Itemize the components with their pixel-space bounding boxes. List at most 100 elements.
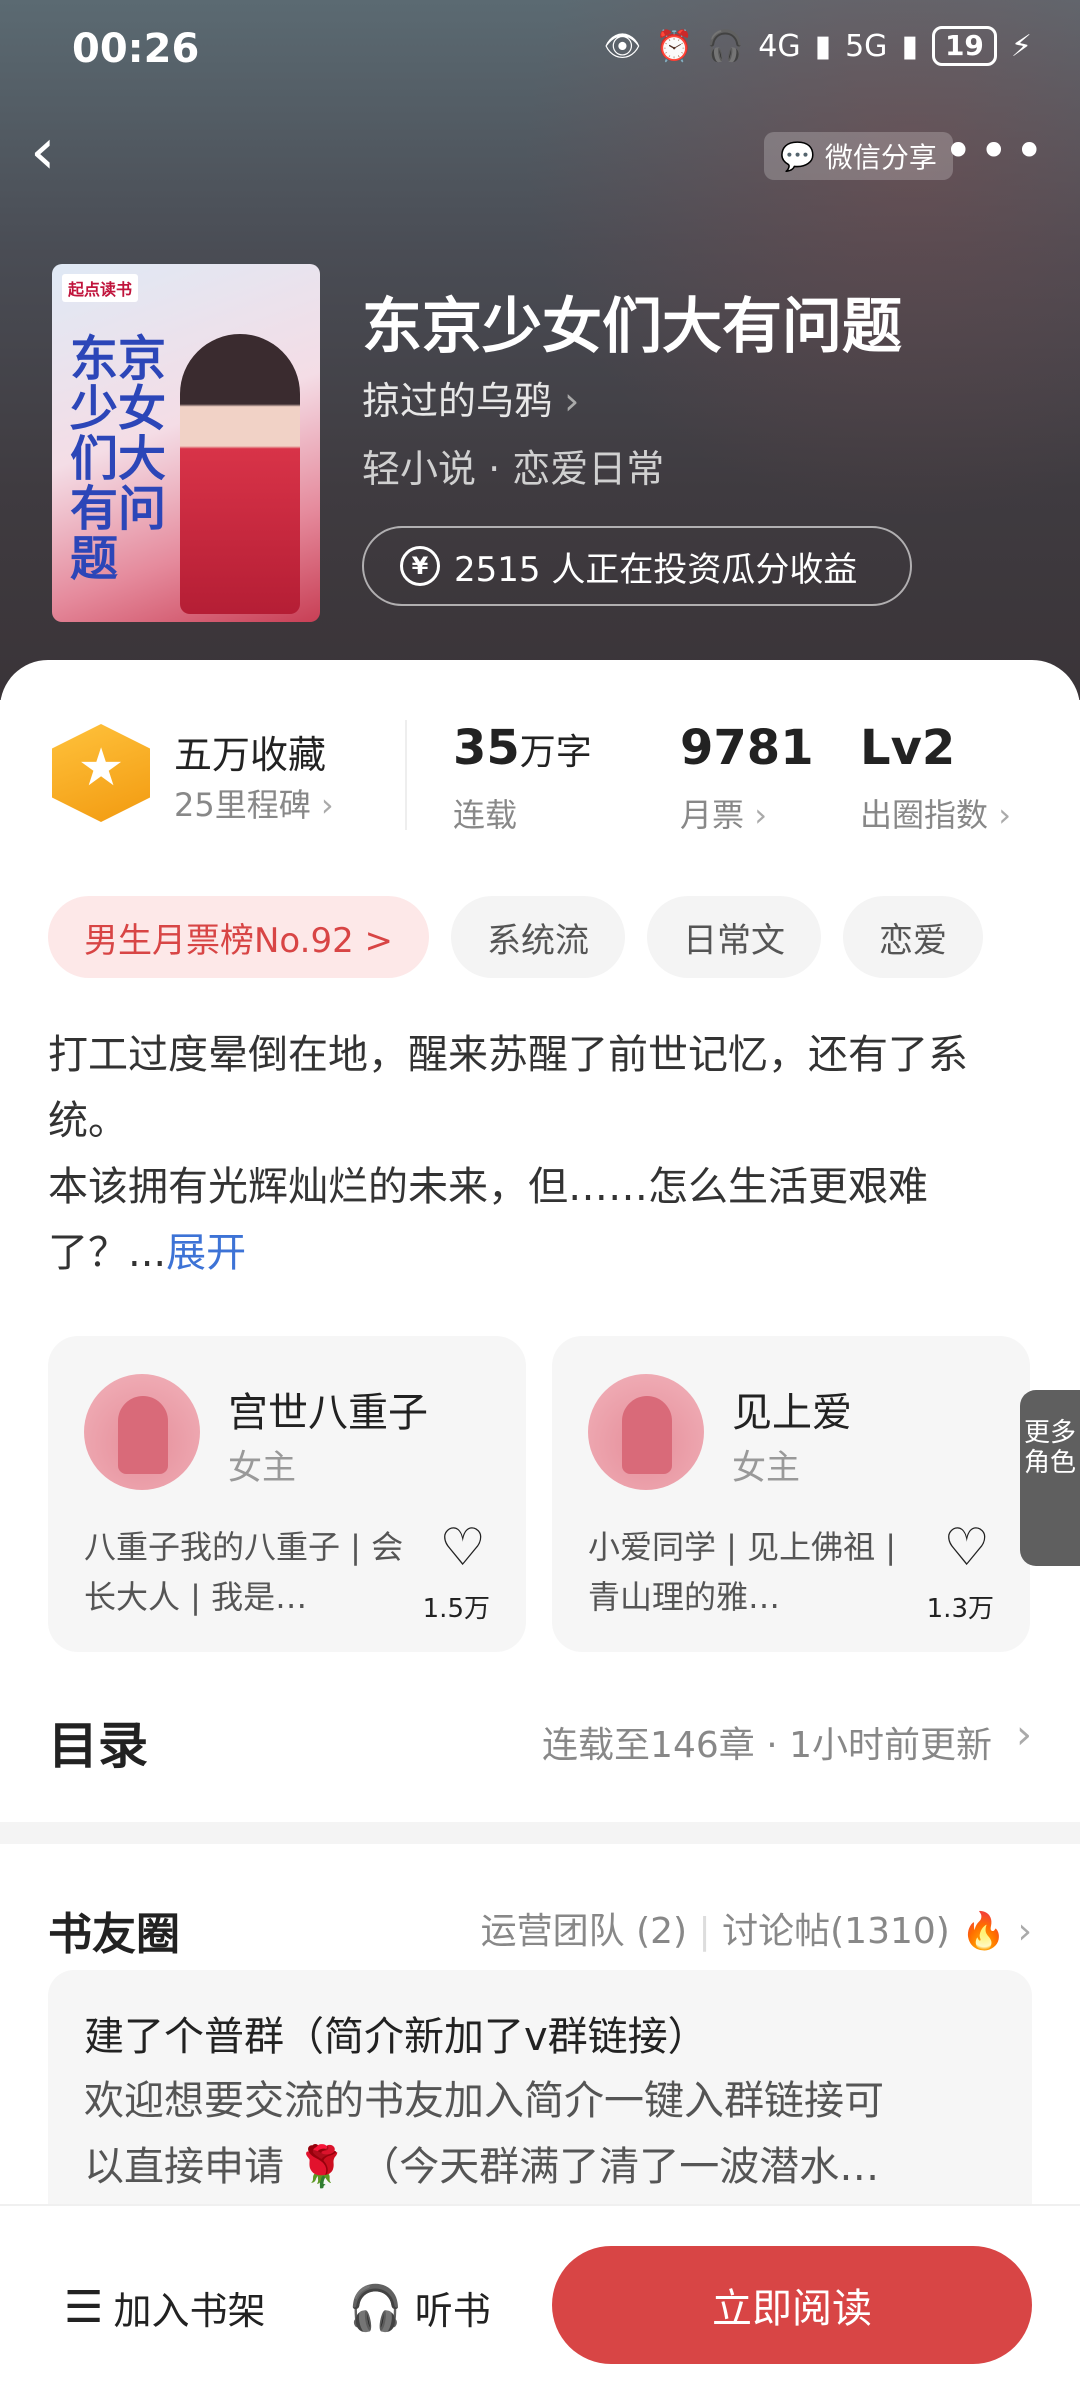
book-circle-header[interactable]: 书友圈 运营团队 (2) | 讨论帖(1310) 🔥 › [48,1898,1032,1960]
book-title: 东京少女们大有问题 [362,292,902,362]
character-card[interactable]: 宫世八重子 女主 八重子我的八重子 | 会长大人 | 我是… ♡ 1.5万 [48,1336,526,1652]
chevron-right-icon: › [1016,1712,1032,1758]
back-button[interactable]: ‹ [30,120,90,190]
toc-title: 目录 [48,1717,148,1775]
tag-item[interactable]: 恋爱 [843,896,984,978]
pinned-post[interactable]: 建了个普群（简介新加了v群链接） 欢迎想要交流的书友加入简介一键入群链接可 以直… [48,1970,1032,2230]
top-nav: ‹ 💬 微信分享 ••• [0,120,1080,190]
more-button[interactable]: ••• [944,124,1050,178]
share-label: 微信分享 [824,141,937,174]
character-card[interactable]: 见上爱 女主 小爱同学 | 见上佛祖 | 青山理的雅… ♡ 1.3万 [552,1336,1030,1652]
character-name: 见上爱 [732,1390,852,1436]
more-icon: ••• [943,122,1050,180]
author-link[interactable]: 掠过的乌鸦 › [362,370,579,425]
chevron-right-icon: › [754,796,767,834]
level-label: 出圈指数 [860,796,989,834]
favorites-count: 五万收藏 [174,733,327,777]
discussion-count[interactable]: 讨论帖(1310) [722,1911,950,1952]
book-circle-title: 书友圈 [48,1909,180,1960]
chevron-right-icon: › [1017,1911,1032,1952]
network-5g-icon: 5G [845,28,888,64]
chevron-right-icon: › [564,379,580,423]
eye-icon: 👁 [603,28,642,64]
character-role: 女主 [732,1448,800,1488]
clock: 00:26 [72,26,200,72]
battery-icon: 19 [931,26,997,66]
character-avatar [84,1374,200,1490]
signal-icon: ▮ [901,28,918,64]
invest-button[interactable]: ¥ 2515 人正在投资瓜分收益 [362,526,912,606]
divider [405,720,407,830]
post-body: 欢迎想要交流的书友加入简介一键入群链接可 以直接申请 🌹 （今天群满了清了一波潜… [84,2068,1004,2200]
serial-status: 连载 [453,796,518,834]
status-icons: 👁 ⏰ 🎧 4G ▮ 5G ▮ 19 ⚡ [603,26,1032,66]
listen-label: 听书 [414,2289,491,2333]
fire-icon: 🔥 [961,1911,1007,1952]
network-4g-icon: 4G [758,28,801,64]
wechat-share-button[interactable]: 💬 微信分享 [764,132,953,180]
headphones-icon: 🎧 [706,28,745,64]
add-to-shelf-button[interactable]: ☰ 加入书架 [64,2280,265,2335]
bookshelf-add-icon: ☰ [64,2282,104,2333]
monthly-votes-link[interactable]: 月票 › [680,790,767,836]
milestone-label: 25里程碑 [174,786,311,824]
tag-item[interactable]: 系统流 [451,896,626,978]
signal-icon: ▮ [814,28,832,64]
yen-icon: ¥ [400,546,440,586]
expand-link[interactable]: 展开 [166,1230,246,1276]
chevron-right-icon: › [320,786,334,824]
tag-row: 男生月票榜No.92 > 系统流 日常文 恋爱 [48,896,984,978]
read-now-button[interactable]: 立即阅读 [552,2246,1032,2364]
character-list: 宫世八重子 女主 八重子我的八重子 | 会长大人 | 我是… ♡ 1.5万 见上… [48,1336,1080,1656]
word-count: 35万字 [453,720,592,776]
word-count-unit: 万字 [519,732,592,773]
cover-brand: 起点读书 [62,274,139,302]
character-avatar [588,1374,704,1490]
post-title: 建了个普群（简介新加了v群链接） [84,2014,708,2060]
intro-line: 打工过度晕倒在地，醒来苏醒了前世记忆，还有了系统。 [48,1032,968,1144]
monthly-votes-label: 月票 [680,796,745,834]
level: Lv2 [860,720,956,776]
level-link[interactable]: 出圈指数 › [860,790,1011,836]
book-circle-meta: 运营团队 (2) | 讨论帖(1310) 🔥 › [481,1902,1032,1954]
post-body-text: （今天群满了清了一波潜水… [359,2144,880,2190]
book-detail-sheet: ★ 五万收藏 25里程碑 › 35万字 连载 9781 月票 › Lv2 出圈指… [0,660,1080,2400]
tag-item[interactable]: 日常文 [647,896,822,978]
book-intro[interactable]: 打工过度晕倒在地，醒来苏醒了前世记忆，还有了系统。 本该拥有光辉灿烂的未来，但…… [48,1022,1038,1286]
more-characters-button[interactable]: 更多角色 [1020,1390,1080,1566]
section-divider [0,1822,1080,1844]
bottom-action-bar: ☰ 加入书架 🎧 听书 立即阅读 [0,2206,1080,2400]
like-count: 1.5万 [422,1594,490,1624]
monthly-votes: 9781 [680,720,814,776]
heart-icon[interactable]: ♡ [439,1518,486,1578]
toc-status: 连载至146章 · 1小时前更新 [542,1725,992,1766]
separator: | [698,1911,711,1952]
operation-team-link[interactable]: 运营团队 (2) [481,1911,687,1952]
character-desc: 八重子我的八重子 | 会长大人 | 我是… [84,1528,404,1616]
post-body-line-2: 以直接申请 🌹 （今天群满了清了一波潜水… [84,2134,1004,2200]
tag-rank[interactable]: 男生月票榜No.92 > [48,896,430,978]
character-role: 女主 [228,1448,296,1488]
milestone-link[interactable]: 25里程碑 › [174,780,334,826]
book-cover[interactable]: 起点读书 东京少女们大有问题 [52,264,320,622]
wechat-icon: 💬 [780,139,815,173]
headphones-icon: 🎧 [348,2282,403,2334]
intro-line-2: 本该拥有光辉灿烂的未来，但……怎么生活更艰难了？...展开 [48,1154,1038,1286]
book-genre: 轻小说 · 恋爱日常 [362,447,665,491]
post-body-line: 欢迎想要交流的书友加入简介一键入群链接可 [84,2078,884,2124]
rose-icon: 🌹 [296,2144,347,2190]
table-of-contents[interactable]: 目录 连载至146章 · 1小时前更新 › [48,1706,1032,1776]
cover-illustration [180,334,300,614]
favorites-badge: ★ [52,724,150,822]
charging-icon: ⚡ [1010,28,1032,64]
heart-icon[interactable]: ♡ [943,1518,990,1578]
like-count: 1.3万 [926,1594,994,1624]
listen-button[interactable]: 🎧 听书 [348,2280,491,2335]
add-to-shelf-label: 加入书架 [113,2289,266,2333]
post-body-text: 以直接申请 [84,2144,284,2190]
star-icon: ★ [52,724,150,822]
character-name: 宫世八重子 [228,1390,428,1436]
cover-title: 东京少女们大有问题 [70,331,167,587]
invest-label: 2515 人正在投资瓜分收益 [454,549,858,590]
alarm-icon: ⏰ [655,28,693,64]
